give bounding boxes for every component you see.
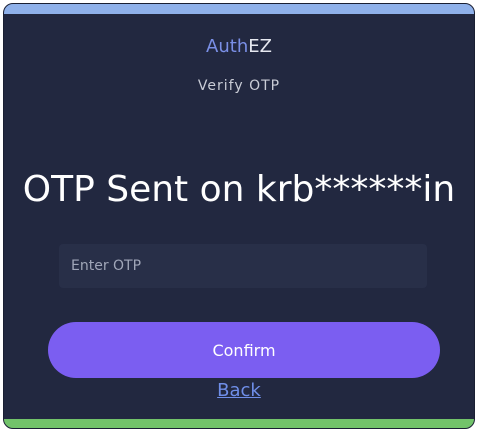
brand-name-part2: EZ — [248, 36, 272, 57]
auth-card: AuthEZ Verify OTP OTP Sent on krb******i… — [3, 3, 475, 429]
brand-logo: AuthEZ — [4, 36, 474, 58]
page-subtitle: Verify OTP — [197, 78, 281, 94]
page-title: OTP Sent on krb******in — [22, 169, 456, 210]
brand-name-part1: Auth — [206, 36, 249, 57]
confirm-button[interactable]: Confirm — [48, 322, 440, 378]
otp-input[interactable] — [59, 244, 427, 288]
bottom-accent-bar — [4, 419, 474, 428]
top-accent-bar — [4, 4, 474, 14]
back-link[interactable]: Back — [4, 380, 474, 401]
